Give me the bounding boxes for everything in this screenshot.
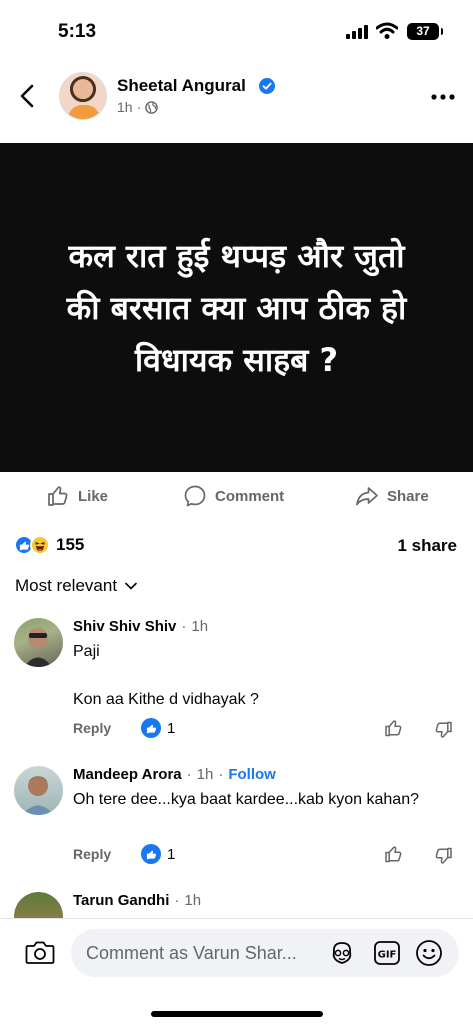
comment-separator: · bbox=[174, 892, 180, 909]
comment-text: Kon aa Kithe d vidhayak ? bbox=[73, 691, 259, 708]
avatar-sticker-icon[interactable] bbox=[328, 940, 356, 966]
comment-header: Tarun Gandhi · 1h bbox=[73, 892, 201, 909]
commenter-avatar[interactable] bbox=[14, 892, 63, 918]
comment-separator: · bbox=[218, 766, 224, 783]
meta-separator: · bbox=[136, 99, 142, 115]
post-actions: Like Comment Share bbox=[0, 474, 473, 518]
sort-label: Most relevant bbox=[15, 576, 118, 595]
chevron-down-icon bbox=[125, 582, 137, 590]
commenter-avatar[interactable] bbox=[14, 766, 63, 815]
comment-header: Mandeep Arora · 1h · Follow bbox=[73, 766, 276, 783]
comment-separator: · bbox=[181, 618, 187, 635]
camera-icon[interactable] bbox=[25, 939, 55, 965]
wifi-icon bbox=[376, 22, 398, 39]
reaction-count: 155 bbox=[56, 535, 85, 554]
globe-icon bbox=[145, 100, 159, 114]
comment-text: Paji bbox=[73, 643, 100, 660]
comment-header: Shiv Shiv Shiv · 1h bbox=[73, 618, 208, 635]
haha-reaction-icon bbox=[30, 535, 50, 555]
comment-item: Mandeep Arora · 1h · Follow Oh tere dee.… bbox=[0, 766, 473, 876]
commenter-avatar[interactable] bbox=[14, 618, 63, 667]
share-icon bbox=[356, 487, 378, 506]
post-image-line: की बरसात क्या आप ठीक हो bbox=[66, 288, 407, 327]
comment-like-reaction-icon bbox=[141, 844, 161, 864]
post-header: Sheetal Angural 1h · bbox=[0, 60, 473, 140]
follow-button[interactable]: Follow bbox=[228, 766, 276, 783]
share-label: Share bbox=[387, 487, 429, 505]
comment-like-count: 1 bbox=[167, 719, 176, 737]
comment-label: Comment bbox=[215, 487, 285, 505]
post-meta: 1h · bbox=[117, 99, 159, 115]
status-bar: 5:13 37 bbox=[0, 0, 473, 60]
back-arrow-icon[interactable] bbox=[14, 82, 42, 110]
thumb-down-icon[interactable] bbox=[433, 846, 453, 866]
thumb-up-icon[interactable] bbox=[384, 718, 404, 738]
post-time: 1h bbox=[117, 99, 133, 115]
comment-footer: Reply 1 bbox=[73, 844, 175, 864]
comment-footer: Reply 1 bbox=[73, 718, 175, 738]
verified-badge-icon bbox=[259, 78, 275, 94]
comment-item: Shiv Shiv Shiv · 1h Paji Kon aa Kithe d … bbox=[0, 618, 473, 748]
post-image-line: कल रात हुई थप्पड़ और जुतो bbox=[68, 236, 405, 275]
share-button[interactable]: Share bbox=[355, 484, 429, 508]
comment-sort-dropdown[interactable]: Most relevant bbox=[15, 576, 137, 596]
author-avatar[interactable] bbox=[59, 72, 107, 120]
commenter-name[interactable]: Mandeep Arora bbox=[73, 766, 182, 783]
commenter-name[interactable]: Tarun Gandhi bbox=[73, 892, 169, 909]
comment-button[interactable]: Comment bbox=[183, 484, 284, 508]
commenter-name[interactable]: Shiv Shiv Shiv bbox=[73, 618, 176, 635]
comment-placeholder: Comment as Varun Shar... bbox=[86, 943, 297, 963]
reply-button[interactable]: Reply bbox=[73, 720, 141, 736]
thumb-up-icon[interactable] bbox=[384, 844, 404, 864]
comment-text: Oh tere dee...kya baat kardee...kab kyon… bbox=[73, 791, 419, 808]
share-count[interactable]: 1 share bbox=[397, 536, 457, 556]
reactions-summary[interactable]: 155 bbox=[14, 532, 84, 558]
like-button[interactable]: Like bbox=[46, 484, 108, 508]
status-time: 5:13 bbox=[58, 21, 97, 42]
home-indicator bbox=[151, 1011, 323, 1017]
comment-separator: · bbox=[186, 766, 192, 783]
post-image-line: विधायक साहब ? bbox=[134, 340, 339, 379]
comment-input[interactable]: Comment as Varun Shar... GIF bbox=[71, 929, 459, 977]
comment-icon bbox=[184, 485, 206, 507]
battery-icon: 37 bbox=[407, 23, 443, 40]
svg-text:GIF: GIF bbox=[378, 950, 397, 961]
more-options-icon[interactable] bbox=[431, 93, 455, 101]
comment-like-count: 1 bbox=[167, 845, 176, 863]
thumb-down-icon[interactable] bbox=[433, 720, 453, 740]
cellular-signal-icon bbox=[346, 25, 370, 39]
like-label: Like bbox=[78, 487, 109, 505]
comment-item: Tarun Gandhi · 1h bbox=[0, 892, 473, 918]
emoji-icon[interactable] bbox=[415, 939, 443, 967]
author-name[interactable]: Sheetal Angural bbox=[117, 76, 246, 96]
comment-time: 1h bbox=[191, 618, 209, 635]
comment-like-reaction-icon bbox=[141, 718, 161, 738]
gif-icon[interactable]: GIF bbox=[373, 940, 401, 966]
comment-composer: Comment as Varun Shar... GIF bbox=[0, 918, 473, 1024]
reply-button[interactable]: Reply bbox=[73, 846, 141, 862]
comment-time: 1h bbox=[184, 892, 202, 909]
post-image-text: कल रात हुई थप्पड़ और जुतो की बरसात क्या … bbox=[17, 230, 457, 386]
post-image[interactable]: कल रात हुई थप्पड़ और जुतो की बरसात क्या … bbox=[0, 143, 473, 472]
like-icon bbox=[48, 486, 68, 506]
comment-time: 1h bbox=[196, 766, 214, 783]
